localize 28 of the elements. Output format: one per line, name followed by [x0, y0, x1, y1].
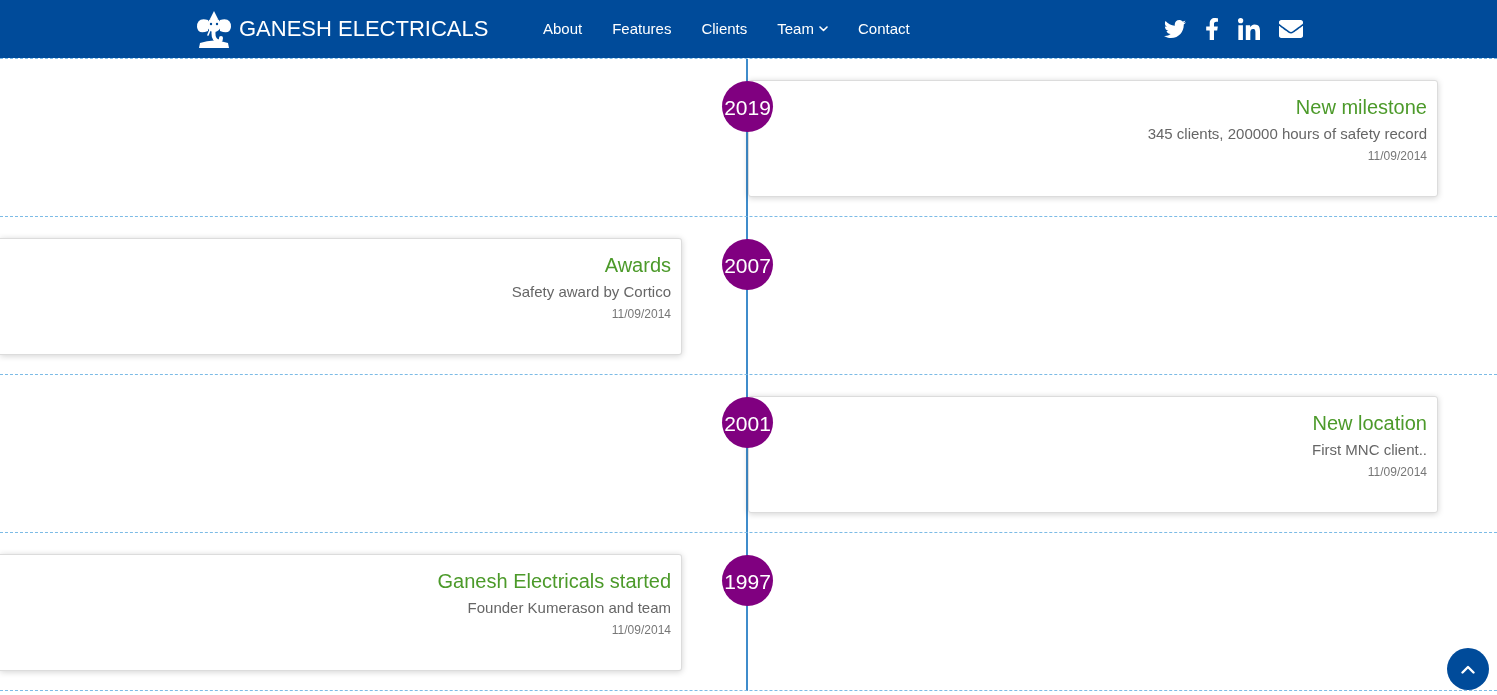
event-title: Awards — [604, 253, 671, 278]
bird-icon[interactable] — [1164, 20, 1186, 38]
event-description: First MNC client.. — [1312, 440, 1427, 460]
nav-link[interactable]: Contact — [857, 19, 910, 39]
event-title: New milestone — [1295, 95, 1427, 120]
event-title: New location — [1312, 411, 1427, 436]
event-description: Founder Kumerason and team — [467, 598, 671, 618]
nav-link[interactable]: Clients — [701, 19, 748, 39]
event-description: 345 clients, 200000 hours of safety record — [1147, 124, 1427, 144]
chevron-down-icon — [818, 26, 828, 32]
event-description: Safety award by Cortico — [511, 282, 671, 302]
year-badge: 1997 — [722, 555, 773, 606]
event-date: 11/09/2014 — [1367, 148, 1427, 164]
event-date: 11/09/2014 — [611, 622, 671, 638]
nav-link[interactable]: Team — [777, 19, 828, 39]
facebook-icon[interactable] — [1205, 18, 1219, 40]
nav-link[interactable]: About — [543, 19, 583, 39]
brand-name[interactable]: GANESH ELECTRICALS — [239, 15, 489, 43]
year-badge: 2007 — [722, 239, 773, 290]
event-date: 11/09/2014 — [1367, 464, 1427, 480]
back-to-top-button[interactable] — [1447, 648, 1489, 690]
nav-link[interactable]: Features — [612, 19, 672, 39]
elephant-icon[interactable] — [196, 10, 232, 48]
event-title: Ganesh Electricals started — [437, 569, 671, 594]
linkedin-icon[interactable] — [1238, 18, 1260, 40]
event-date: 11/09/2014 — [611, 306, 671, 322]
envelope-icon[interactable] — [1279, 20, 1303, 38]
chevron-up-icon — [1461, 664, 1475, 674]
